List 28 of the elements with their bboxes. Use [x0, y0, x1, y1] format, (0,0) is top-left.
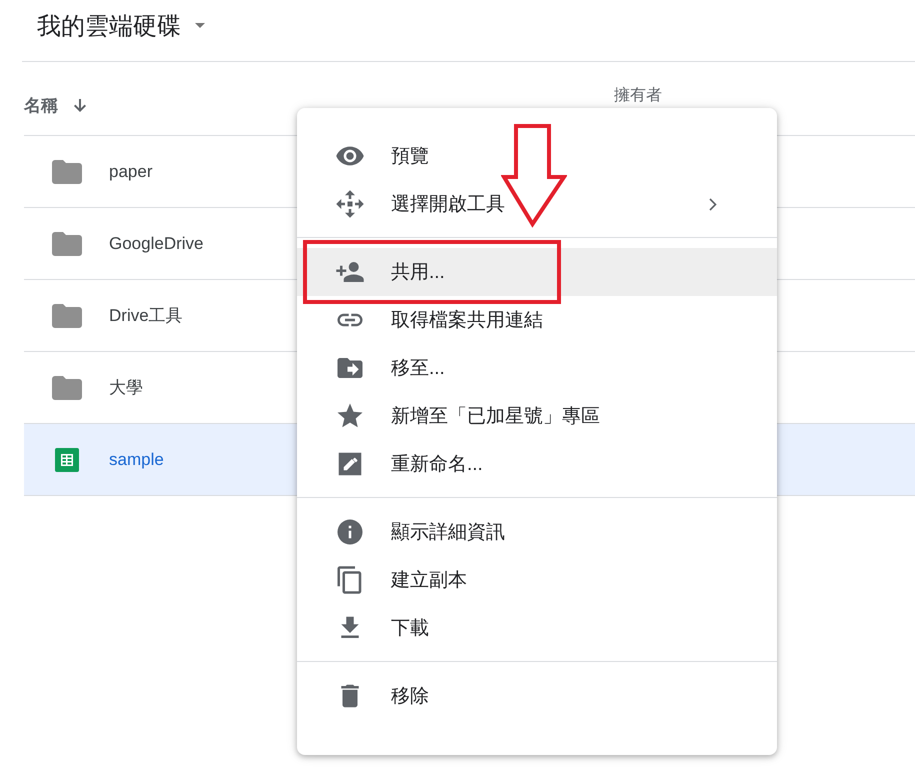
column-header[interactable]: 名稱: [24, 94, 58, 117]
menu-item[interactable]: 移除: [297, 672, 777, 720]
dropdown-caret-icon[interactable]: [195, 23, 205, 28]
file-name: GoogleDrive: [109, 234, 204, 254]
file-name: sample: [109, 450, 164, 470]
menu-item[interactable]: 預覽: [297, 132, 777, 180]
move-arrows-icon: [335, 189, 365, 219]
info-icon: [335, 517, 365, 547]
drive-title[interactable]: 我的雲端硬碟: [37, 10, 181, 42]
folder-icon: [52, 304, 82, 328]
sort-down-arrow-icon[interactable]: [72, 98, 88, 114]
menu-item[interactable]: 重新命名...: [297, 440, 777, 488]
menu-item[interactable]: 顯示詳細資訊: [297, 508, 777, 556]
column-header[interactable]: 擁有者: [614, 85, 662, 106]
file-name: 大學: [109, 377, 143, 399]
folder-icon: [52, 376, 82, 400]
menu-item[interactable]: 下載: [297, 604, 777, 652]
menu-item[interactable]: 共用...: [297, 248, 777, 296]
menu-item[interactable]: 建立副本: [297, 556, 777, 604]
menu-item[interactable]: 選擇開啟工具: [297, 180, 777, 228]
folder-icon: [52, 232, 82, 256]
file-name: paper: [109, 162, 152, 182]
menu-item[interactable]: 移至...: [297, 344, 777, 392]
file-name: Drive工具: [109, 305, 183, 327]
menu-item[interactable]: 新增至「已加星號」專區: [297, 392, 777, 440]
spreadsheet-icon: [55, 448, 79, 472]
folder-icon: [52, 160, 82, 184]
menu-item[interactable]: 取得檔案共用連結: [297, 296, 777, 344]
